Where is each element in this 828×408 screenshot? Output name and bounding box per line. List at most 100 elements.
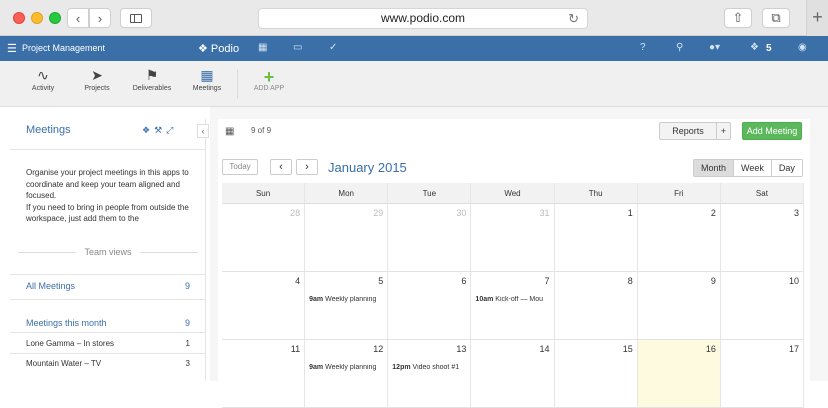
month-view-button[interactable]: Month <box>694 160 735 176</box>
day-number: 6 <box>461 276 467 286</box>
day-number: 8 <box>627 276 633 286</box>
calendar-day[interactable]: 6 <box>388 272 472 339</box>
zoom-window-button[interactable] <box>49 12 61 24</box>
forward-button[interactable]: › <box>89 8 111 28</box>
calendar-day[interactable]: 5 9am Weekly planning <box>305 272 389 339</box>
new-tab-button[interactable]: + <box>806 0 828 36</box>
prev-month-button[interactable]: ‹ <box>270 159 292 175</box>
reports-button[interactable]: Reports <box>660 123 717 139</box>
day-number: 12 <box>373 344 384 354</box>
share-button[interactable]: ⇧ <box>724 8 752 28</box>
app-tab-activity[interactable]: ∿ Activity <box>28 67 58 92</box>
address-bar[interactable]: www.podio.com ↻ <box>258 8 588 29</box>
add-report-button[interactable]: + <box>717 126 730 136</box>
hamburger-menu-icon[interactable]: ☰ <box>7 42 17 55</box>
app-tab-label: Meetings <box>192 85 222 92</box>
weekday-label: Wed <box>471 183 555 203</box>
back-button[interactable]: ‹ <box>67 8 89 28</box>
view-count: 3 <box>185 359 190 368</box>
event-title: Weekly planning <box>325 364 377 371</box>
tabs-button[interactable]: ⧉ <box>762 8 790 28</box>
calendar-day[interactable]: 10 <box>721 272 804 339</box>
today-button[interactable]: Today <box>222 159 258 175</box>
calendar-event[interactable]: 10am Kick-off — Mou <box>475 296 553 303</box>
app-tab-deliverables[interactable]: ⚑ Deliverables <box>130 67 174 92</box>
user-menu-icon[interactable]: ●▾ <box>709 42 720 53</box>
week-view-button[interactable]: Week <box>734 160 772 176</box>
calendar-nav-icon[interactable]: ▦ <box>258 42 267 53</box>
day-number: 5 <box>378 276 384 286</box>
url-text: www.podio.com <box>380 11 466 25</box>
calendar-day[interactable]: 28 <box>222 204 306 271</box>
chevron-left-icon: ‹ <box>201 126 205 136</box>
flags-icon: ⚑ <box>145 67 159 83</box>
stream-nav-icon[interactable]: ▭ <box>293 42 302 53</box>
calendar-day[interactable]: 11 <box>222 340 306 407</box>
add-meeting-button[interactable]: Add Meeting <box>742 122 802 140</box>
expand-icon[interactable]: ⤢ <box>166 125 177 135</box>
calendar-day[interactable]: 3 <box>721 204 804 271</box>
calendar-event[interactable]: 12pm Video shoot #1 <box>392 364 470 371</box>
day-number: 13 <box>456 344 467 354</box>
divider <box>10 332 206 333</box>
calendar-day[interactable]: 8 <box>555 272 638 339</box>
calendar-day[interactable]: 30 <box>388 204 472 271</box>
day-number: 7 <box>544 276 550 286</box>
chat-icon[interactable]: ◉ <box>798 42 807 53</box>
chevron-left-icon: ‹ <box>75 10 81 26</box>
reload-icon[interactable]: ↻ <box>568 9 579 28</box>
calendar-day[interactable]: 1 <box>555 204 638 271</box>
podio-logo[interactable]: ❖ Podio <box>198 42 239 55</box>
calendar-day[interactable]: 13 12pm Video shoot #1 <box>388 340 472 407</box>
workspace-name[interactable]: Project Management <box>22 43 105 53</box>
sidebar-title[interactable]: Meetings <box>26 124 71 136</box>
item-count: 9 of 9 <box>251 126 272 135</box>
app-tabs: ∿ Activity ➤ Projects ⚑ Deliverables ▦ M… <box>0 61 828 107</box>
calendar-day-today[interactable]: 16 <box>637 340 721 407</box>
view-item[interactable]: Lone Gamma – In stores 1 <box>10 339 206 348</box>
minimize-window-button[interactable] <box>31 12 43 24</box>
calendar-day[interactable]: 9 <box>638 272 721 339</box>
add-app-button[interactable]: + ADD APP <box>251 67 287 92</box>
view-item[interactable]: Mountain Water – TV 3 <box>10 359 206 368</box>
divider <box>10 149 206 150</box>
divider <box>237 69 238 99</box>
next-month-button[interactable]: › <box>296 159 318 175</box>
weekday-label: Tue <box>388 183 472 203</box>
calendar-day[interactable]: 15 <box>555 340 638 407</box>
divider <box>10 299 206 300</box>
calendar-view-icon[interactable]: ▦ <box>225 126 234 137</box>
calendar-day[interactable]: 17 <box>721 340 804 407</box>
search-icon[interactable]: ⚲ <box>676 42 683 53</box>
app-tab-projects[interactable]: ➤ Projects <box>82 67 112 92</box>
view-all-meetings[interactable]: All Meetings 9 <box>10 281 206 291</box>
view-label: Mountain Water – TV <box>26 359 102 368</box>
calendar-day[interactable]: 14 <box>471 340 555 407</box>
tasks-nav-icon[interactable]: ✓ <box>329 42 337 53</box>
weekday-label: Sun <box>222 183 306 203</box>
calendar-event[interactable]: 9am Weekly planning <box>309 296 387 303</box>
calendar-day[interactable]: 31 <box>471 204 555 271</box>
app-header: ☰ Project Management ❖ Podio ▦ ▭ ✓ ? ⚲ ●… <box>0 36 828 61</box>
event-time: 9am <box>309 364 324 371</box>
calendar-day[interactable]: 12 9am Weekly planning <box>305 340 389 407</box>
calendar-day[interactable]: 7 10am Kick-off — Mou <box>471 272 555 339</box>
collapse-sidebar-button[interactable]: ‹ <box>197 124 209 138</box>
rss-icon[interactable]: ❖ <box>142 125 154 135</box>
calendar-day[interactable]: 4 <box>222 272 306 339</box>
description-text: Organise your project meetings in this a… <box>26 168 189 223</box>
notifications-icon[interactable]: ❖ <box>750 42 759 53</box>
day-view-button[interactable]: Day <box>771 160 802 176</box>
app-tab-meetings[interactable]: ▦ Meetings <box>190 67 224 92</box>
close-window-button[interactable] <box>13 12 25 24</box>
main-content: ▦ 9 of 9 Reports + Add Meeting Today ‹ ›… <box>210 107 828 408</box>
divider <box>10 353 206 354</box>
view-meetings-this-month[interactable]: Meetings this month 9 <box>10 318 206 328</box>
calendar-event[interactable]: 9am Weekly planning <box>309 364 387 371</box>
calendar-day[interactable]: 2 <box>638 204 721 271</box>
calendar-day[interactable]: 29 <box>305 204 389 271</box>
sidebar-toggle-button[interactable] <box>120 8 152 28</box>
wrench-icon[interactable]: ⚒ <box>154 125 166 135</box>
help-icon[interactable]: ? <box>640 42 646 53</box>
notification-count[interactable]: 5 <box>766 43 772 54</box>
